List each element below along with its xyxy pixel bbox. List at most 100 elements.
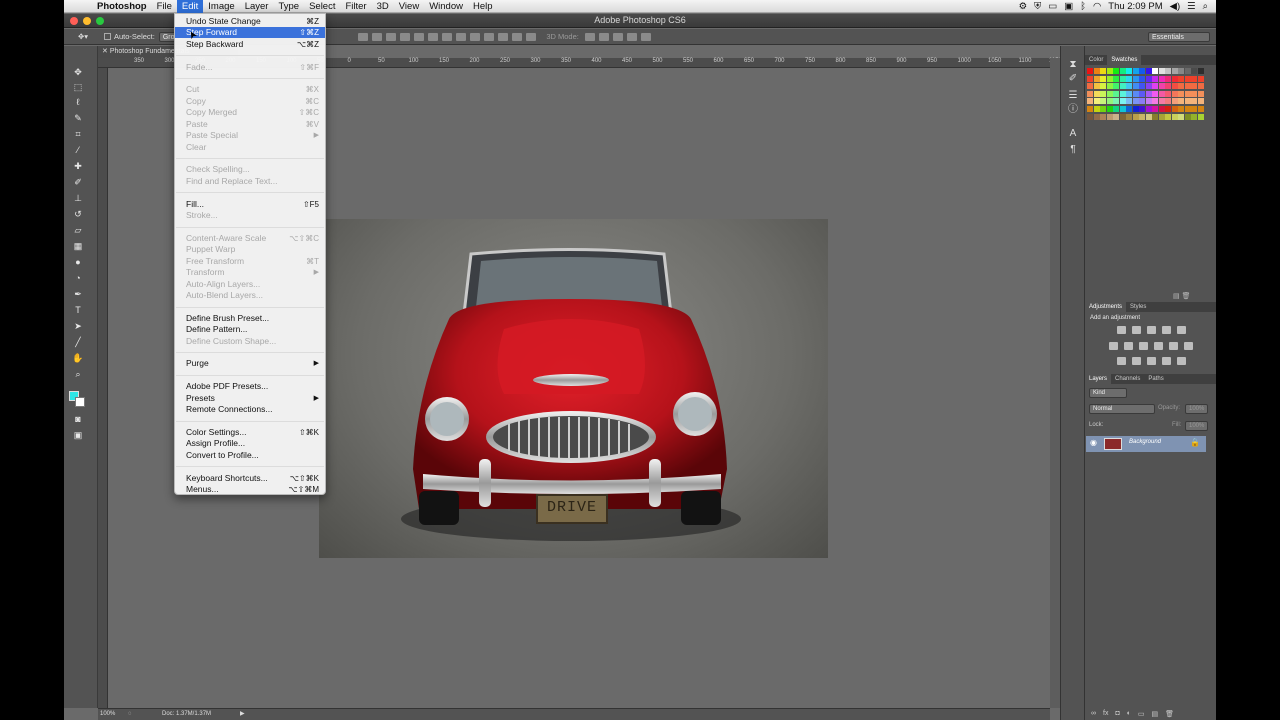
tab-adjustments[interactable]: Adjustments [1085,302,1127,312]
color-swatch[interactable] [1132,90,1139,97]
color-swatch[interactable] [1178,83,1184,90]
list-icon[interactable]: ☰ [1187,1,1196,12]
color-swatch[interactable] [1178,75,1184,82]
color-swatch[interactable] [1191,68,1197,74]
pen-tool-icon[interactable]: ✒ [71,288,85,300]
gradient-map-icon[interactable] [1162,357,1171,365]
zoom-level[interactable]: 100% [100,709,115,720]
color-swatch[interactable] [1165,75,1171,82]
color-swatch[interactable] [1158,106,1165,112]
color-swatch[interactable] [1184,98,1191,105]
tab-styles[interactable]: Styles [1126,302,1150,312]
color-swatch[interactable] [1139,106,1145,112]
align-icon[interactable] [400,32,411,41]
crop-tool-icon[interactable]: ⌗ [71,128,85,140]
align-icon[interactable] [414,32,425,41]
color-swatch[interactable] [1113,75,1119,82]
align-icon[interactable] [358,32,369,41]
color-lookup-icon[interactable] [1184,342,1193,350]
menu-view[interactable]: View [394,0,424,13]
tab-channels[interactable]: Channels [1111,374,1144,384]
color-swatch[interactable] [1132,75,1139,82]
posterize-icon[interactable] [1132,357,1141,365]
color-swatch[interactable] [1106,106,1113,112]
color-swatch[interactable] [1158,83,1165,90]
color-swatch[interactable] [1191,75,1197,82]
color-swatch[interactable] [1191,106,1197,112]
auto-align-icon[interactable] [526,32,537,41]
menu-item-assign-profile[interactable]: Assign Profile... [175,438,325,449]
color-swatch[interactable] [1093,75,1100,82]
new-layer-icon[interactable]: ▤ [1152,710,1159,718]
move-tool-icon[interactable]: ✥ [71,66,85,78]
color-swatch[interactable] [1139,68,1145,74]
color-swatch[interactable] [1178,106,1184,112]
color-swatch[interactable] [1106,90,1113,97]
menu-item-undo-state-change[interactable]: Undo State Change ⌘Z [175,16,325,27]
new-swatch-icon[interactable]: ▤ [1173,293,1180,300]
hand-tool-icon[interactable]: ✋ [71,352,85,364]
distribute-icon[interactable] [498,32,509,41]
color-swatch[interactable] [1093,98,1100,105]
color-swatch[interactable] [1106,98,1113,105]
color-swatch[interactable] [1106,68,1113,74]
menu-filter[interactable]: Filter [340,0,371,13]
volume-icon[interactable]: ◀) [1170,1,1180,12]
history-brush-tool-icon[interactable]: ↺ [71,208,85,220]
invert-icon[interactable] [1117,357,1126,365]
color-swatch[interactable] [1152,113,1158,120]
search-icon[interactable]: ⌕ [1203,1,1208,12]
exposure-icon[interactable] [1162,326,1171,334]
color-swatch[interactable] [1132,113,1139,120]
menu-item-purge[interactable]: Purge ▶ [175,358,325,369]
healing-brush-tool-icon[interactable]: ✚ [71,160,85,172]
color-swatch[interactable] [1087,106,1093,112]
color-swatch[interactable] [1093,83,1100,90]
color-swatch[interactable] [1113,83,1119,90]
link-layers-icon[interactable]: ∞ [1091,710,1096,718]
menu-item-convert-to-profile[interactable]: Convert to Profile... [175,450,325,461]
color-swatch[interactable] [1165,113,1171,120]
channel-mixer-icon[interactable] [1169,342,1178,350]
color-swatch[interactable] [1100,106,1106,112]
color-swatch[interactable] [1126,90,1132,97]
color-swatch[interactable] [1178,90,1184,97]
color-swatch[interactable] [1145,98,1152,105]
menu-window[interactable]: Window [424,0,468,13]
path-select-tool-icon[interactable]: ➤ [71,320,85,332]
workspace-switcher[interactable]: Essentials [1148,31,1210,42]
distribute-icon[interactable] [512,32,523,41]
color-swatch[interactable] [1126,106,1132,112]
menu-item-remote-connections[interactable]: Remote Connections... [175,404,325,415]
color-swatch[interactable] [1119,75,1126,82]
line-tool-icon[interactable]: ╱ [71,336,85,348]
color-swatch[interactable] [1165,90,1171,97]
menu-image[interactable]: Image [203,0,239,13]
document-image[interactable]: DRIVE [319,219,828,558]
menu-edit[interactable]: Edit [176,0,204,13]
auto-select-checkbox[interactable] [104,33,111,40]
color-swatch[interactable] [1197,98,1204,105]
color-swatch[interactable] [1152,75,1158,82]
info-panel-icon[interactable]: ⓘ [1067,104,1079,116]
color-swatch[interactable] [1184,113,1191,120]
color-swatch[interactable] [1145,68,1152,74]
menu-layer[interactable]: Layer [240,0,274,13]
color-swatch[interactable] [1178,68,1184,74]
color-swatch[interactable] [1106,75,1113,82]
distribute-icon[interactable] [456,32,467,41]
color-swatch[interactable] [1106,113,1113,120]
photo-filter-icon[interactable] [1154,342,1163,350]
menu-item-menus[interactable]: Menus... ⌥⇧⌘M [175,484,325,495]
gradient-tool-icon[interactable]: ▦ [71,240,85,252]
menu-item-step-backward[interactable]: Step Backward ⌥⌘Z [175,39,325,50]
color-swatch[interactable] [1119,83,1126,90]
color-swatch[interactable] [1184,106,1191,112]
clock-text[interactable]: Thu 2:09 PM [1108,1,1162,12]
actions-panel-icon[interactable]: ☰ [1067,90,1079,102]
history-panel-icon[interactable]: ⧗ [1067,59,1079,71]
layer-mask-icon[interactable]: ◘ [1115,710,1119,718]
color-swatch[interactable] [1100,113,1106,120]
color-swatch[interactable] [1132,68,1139,74]
levels-icon[interactable] [1132,326,1141,334]
